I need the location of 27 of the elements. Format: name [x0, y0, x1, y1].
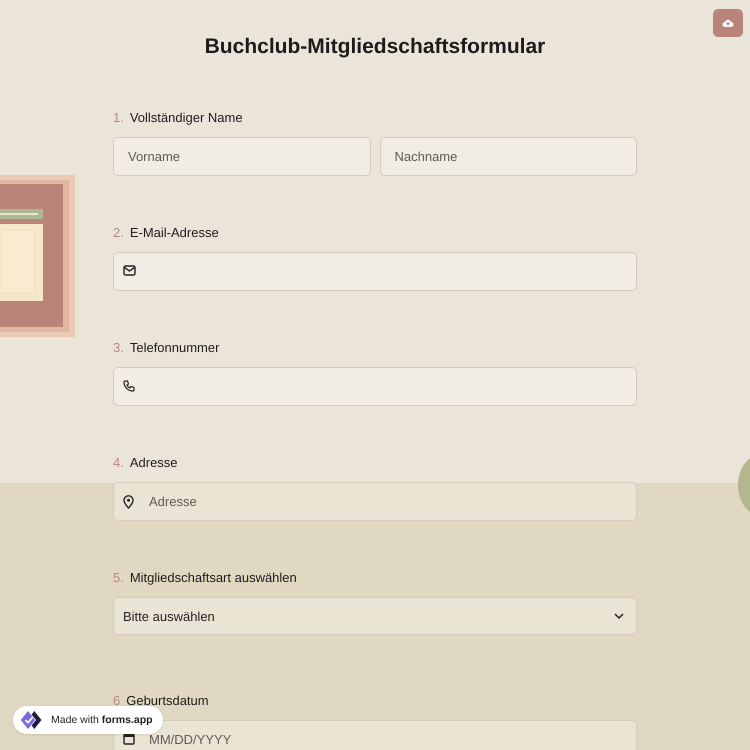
question-number: 6	[113, 693, 120, 708]
question-label: E-Mail-Adresse	[130, 225, 219, 240]
question-label: Mitgliedschaftsart auswählen	[130, 570, 297, 585]
mail-icon	[123, 265, 136, 276]
form-title: Buchclub-Mitgliedschaftsformular	[204, 34, 546, 60]
question-number: 4.	[113, 455, 124, 470]
input-field[interactable]	[113, 367, 637, 406]
question-label: Vollständiger Name	[130, 110, 243, 125]
question-number: 3.	[113, 340, 124, 355]
input-field[interactable]	[113, 252, 637, 291]
chevron-down-icon	[614, 613, 624, 619]
cloud-upload-icon	[722, 18, 734, 28]
location-pin-icon	[123, 495, 134, 509]
question-number: 5.	[113, 570, 124, 585]
dropdown-field[interactable]: Bitte auswählen	[113, 597, 637, 635]
input-field[interactable]: Nachname	[380, 137, 637, 176]
input-field[interactable]: Adresse	[113, 482, 637, 521]
phone-icon	[123, 380, 135, 392]
calendar-icon	[123, 733, 135, 745]
input-field[interactable]: Vorname	[113, 137, 370, 176]
cloud-upload-button[interactable]	[713, 9, 743, 37]
question-number: 1.	[113, 110, 124, 125]
made-with-badge[interactable]: Made with forms.app	[13, 706, 163, 734]
question-number: 2.	[113, 225, 124, 240]
question-label: Telefonnummer	[130, 340, 220, 355]
question-label: Adresse	[130, 455, 178, 470]
question-label: Geburtsdatum	[126, 693, 209, 708]
